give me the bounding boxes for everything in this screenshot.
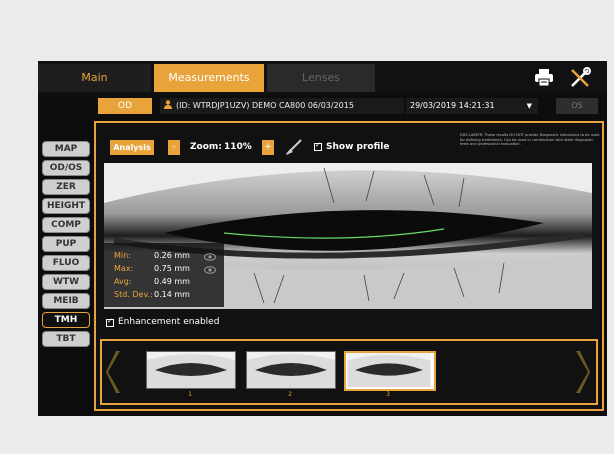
analysis-button[interactable]: Analysis [110,140,154,155]
os-button[interactable]: OS [556,98,598,114]
measurement-stats: Min: 0.26 mm Max: 0.75 mm Avg: 0.49 mm Std.… [104,243,224,307]
exam-date: 29/03/2019 14:21:31 [410,101,495,110]
stat-max-value: 0.75 mm [154,264,190,273]
top-navigation: Main Measurements Lenses [38,61,607,94]
patient-bar: OD (ID: WTRDJP1UZV) DEMO CA800 06/03/201… [38,94,607,118]
tab-main[interactable]: Main [38,64,151,92]
show-profile-checkbox[interactable] [314,141,322,151]
sidebar-item-map[interactable]: MAP [42,141,90,157]
sidebar-item-tbt[interactable]: TBT [42,331,90,347]
zoom-out-button[interactable]: - [168,140,180,155]
stat-std-label: Std. Dev.: [114,290,153,299]
tools-icon[interactable] [568,66,592,90]
chevron-right-icon[interactable] [574,351,590,393]
tab-measurements[interactable]: Measurements [154,64,264,92]
sidebar-item-comp[interactable]: COMP [42,217,90,233]
stat-max: Max: 0.75 mm [114,264,190,273]
thumbnail-label: 1 [188,391,192,398]
patient-selector[interactable]: (ID: WTRDJP1UZV) DEMO CA800 06/03/2015 [160,98,404,114]
chevron-left-icon[interactable] [106,351,122,393]
chevron-down-icon: ▼ [526,102,532,110]
sidebar-item-odos[interactable]: OD/OS [42,160,90,176]
thumbnail[interactable] [246,351,336,389]
sidebar-item-height[interactable]: HEIGHT [42,198,90,214]
stat-std-value: 0.14 mm [154,290,190,299]
thumbnail-image [347,353,431,387]
sidebar-item-fluo[interactable]: FLUO [42,255,90,271]
tab-lenses[interactable]: Lenses [267,64,375,92]
brush-icon[interactable] [284,137,304,157]
eye-icon[interactable] [204,253,216,261]
od-button[interactable]: OD [98,98,152,114]
sidebar-item-wtw[interactable]: WTW [42,274,90,290]
sidebar-item-pup[interactable]: PUP [42,236,90,252]
enhancement-label: Enhancement enabled [118,317,220,327]
patient-info: (ID: WTRDJP1UZV) DEMO CA800 06/03/2015 [176,101,354,110]
thumbnail[interactable] [146,351,236,389]
stat-avg: Avg: 0.49 mm [114,277,190,286]
eye-icon[interactable] [204,266,216,274]
thumbnail-label: 3 [386,391,390,398]
printer-icon[interactable] [534,68,554,87]
thumbnail-strip: 1 2 3 [100,339,598,405]
thumbnail-image [147,352,235,388]
thumbnail-selected[interactable] [344,351,436,391]
disclaimer-text: DISCLAIMER: These results DO NOT provide… [460,133,600,147]
enhancement-checkbox[interactable] [106,317,114,327]
zoom-label: Zoom: [190,142,222,152]
zoom-in-button[interactable]: + [262,140,274,155]
app-window: Main Measurements Lenses OD (ID: WTRDJP1… [38,61,607,416]
stat-avg-value: 0.49 mm [154,277,190,286]
zoom-value: 110% [224,142,252,152]
stat-min: Min: 0.26 mm [114,251,190,260]
stat-std: Std. Dev.:0.14 mm [114,290,190,299]
measurement-panel: Analysis - Zoom: 110% + Show profile DIS… [94,121,604,411]
person-icon [164,100,172,109]
sidebar-item-zer[interactable]: ZER [42,179,90,195]
stat-avg-label: Avg: [114,277,132,286]
sidebar-item-tmh[interactable]: TMH [42,312,90,328]
thumbnail-label: 2 [288,391,292,398]
exam-date-select[interactable]: 29/03/2019 14:21:31 ▼ [406,98,538,114]
stat-min-value: 0.26 mm [154,251,190,260]
stat-max-label: Max: [114,264,134,273]
sidebar-item-meib[interactable]: MEIB [42,293,90,309]
stat-min-label: Min: [114,251,131,260]
show-profile-label: Show profile [326,142,390,152]
thumbnail-image [247,352,335,388]
